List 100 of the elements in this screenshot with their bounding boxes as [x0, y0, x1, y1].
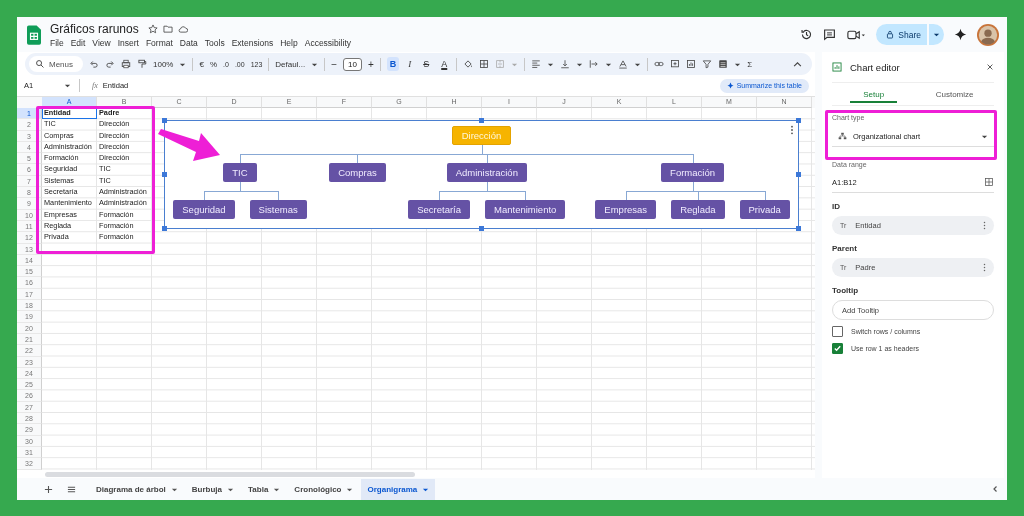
print-icon[interactable] — [121, 59, 131, 69]
sheets-logo-icon[interactable] — [27, 24, 41, 45]
font-select[interactable]: Defaul... — [275, 59, 306, 69]
menu-item[interactable]: Data — [179, 37, 198, 48]
menu-item[interactable]: Accessibility — [304, 37, 351, 48]
pointer-arrow — [157, 128, 221, 164]
share-button[interactable]: Share — [876, 24, 927, 45]
resize-handle[interactable] — [796, 226, 801, 231]
increase-font-size-button[interactable]: + — [367, 58, 374, 70]
section-label: Parent — [832, 244, 858, 253]
close-icon[interactable] — [986, 63, 994, 71]
resize-handle[interactable] — [796, 118, 801, 123]
comment-icon[interactable] — [823, 28, 837, 41]
link-icon[interactable] — [654, 59, 665, 69]
menu-icon[interactable] — [67, 484, 76, 494]
percent-format-button[interactable]: % — [209, 59, 218, 69]
borders-icon[interactable] — [479, 59, 490, 69]
resize-handle[interactable] — [162, 226, 167, 231]
paint-bucket-icon[interactable] — [463, 59, 474, 69]
currency-format-button[interactable]: € — [199, 59, 204, 69]
collapse-icon[interactable] — [793, 59, 802, 69]
zoom-select[interactable]: 100% — [153, 59, 174, 69]
sparkle-icon[interactable] — [954, 28, 967, 41]
org-chart-icon — [838, 132, 847, 140]
checkbox[interactable] — [832, 326, 843, 337]
bold-button[interactable]: B — [386, 57, 400, 71]
org-node[interactable]: Seguridad — [173, 200, 235, 219]
org-node[interactable]: Reglada — [671, 200, 725, 219]
org-node[interactable]: Compras — [329, 163, 386, 182]
menu-item[interactable]: Help — [280, 37, 298, 48]
chart-icon[interactable] — [686, 59, 697, 69]
org-node[interactable]: Sistemas — [249, 200, 307, 219]
chevron-left-icon[interactable] — [991, 485, 999, 493]
org-chart[interactable]: Dirección TIC Seguridad Sistemas Compras Administración Secretaría Mantenimiento Formación Empresas Reglada Privada — [164, 120, 799, 229]
align-bottom-icon[interactable] — [560, 59, 571, 69]
function-label: fx — [92, 81, 98, 90]
folder-icon[interactable] — [162, 23, 173, 34]
history-icon[interactable] — [800, 28, 814, 41]
menus-search-field[interactable]: Menus — [29, 56, 83, 72]
org-node[interactable]: Secretaría — [408, 200, 471, 219]
grid-select-icon[interactable] — [984, 177, 994, 187]
lock-icon — [886, 30, 895, 39]
text-color-button[interactable]: A — [438, 57, 451, 71]
org-node[interactable]: Administración — [446, 163, 527, 182]
strikethrough-button[interactable]: S — [420, 57, 433, 71]
resize-handle[interactable] — [162, 172, 167, 177]
align-left-icon[interactable] — [531, 59, 542, 69]
document-title[interactable]: Gráficos rarunos — [50, 21, 139, 36]
org-node[interactable]: Empresas — [595, 200, 657, 219]
star-icon[interactable] — [147, 23, 158, 34]
sparkle-icon — [726, 82, 734, 89]
section-label: ID — [832, 202, 841, 211]
comment-icon[interactable] — [670, 59, 681, 69]
resize-handle[interactable] — [796, 172, 801, 177]
org-node[interactable]: TIC — [223, 163, 257, 182]
more-options-icon[interactable] — [790, 125, 794, 135]
avatar[interactable] — [977, 23, 999, 46]
text-rotation-icon[interactable] — [618, 59, 629, 69]
tab[interactable]: Setup — [850, 85, 898, 103]
menu-item[interactable]: File — [50, 37, 64, 48]
search-icon — [35, 59, 45, 69]
sheet-tab[interactable]: Burbuja — [185, 478, 241, 500]
resize-handle[interactable] — [162, 118, 167, 123]
checkbox[interactable] — [832, 343, 843, 354]
org-node[interactable]: Mantenimiento — [485, 200, 566, 219]
menu-item[interactable]: Tools — [204, 37, 225, 48]
cloud-icon[interactable] — [177, 23, 188, 34]
caret-icon[interactable] — [64, 82, 71, 89]
menu-item[interactable]: Format — [145, 37, 173, 48]
decrease-font-size-button[interactable]: − — [331, 58, 337, 70]
add-sheet-button[interactable] — [44, 484, 53, 494]
paint-roller-icon[interactable] — [137, 59, 147, 69]
menu-item[interactable]: Edit — [70, 37, 86, 48]
scrollbar[interactable] — [45, 471, 415, 477]
redo-icon[interactable] — [105, 59, 115, 69]
undo-icon[interactable] — [89, 59, 99, 69]
section-label: Tooltip — [832, 286, 860, 295]
sheet-tab[interactable]: Tabla — [242, 478, 287, 500]
org-node[interactable]: Privada — [739, 200, 790, 219]
sheet-tab[interactable]: Organigrama — [361, 478, 436, 500]
filter-views-icon[interactable] — [718, 59, 729, 69]
functions-button[interactable]: Σ — [747, 59, 753, 69]
panel-title: Chart editor — [850, 61, 900, 73]
menu-item[interactable]: Insert — [117, 37, 139, 48]
org-node[interactable]: Formación — [661, 163, 724, 182]
filter-icon[interactable] — [702, 59, 713, 69]
caret-icon — [933, 31, 940, 38]
resize-handle[interactable] — [479, 226, 484, 231]
sheet-tab[interactable]: Diagrama de árbol — [90, 478, 184, 500]
menu-item[interactable]: Extensions — [231, 37, 274, 48]
sheet-tab[interactable]: Cronológico — [288, 478, 360, 500]
video-camera-icon[interactable] — [846, 28, 867, 41]
menu-item[interactable]: View — [92, 37, 111, 48]
resize-handle[interactable] — [479, 118, 484, 123]
chart-icon — [832, 62, 842, 72]
text-wrap-icon[interactable] — [589, 59, 600, 69]
merge-cells-icon[interactable] — [495, 59, 506, 69]
font-size-field[interactable]: 10 — [342, 57, 362, 71]
tab[interactable]: Customize — [915, 85, 994, 103]
italic-button[interactable]: I — [405, 57, 415, 71]
